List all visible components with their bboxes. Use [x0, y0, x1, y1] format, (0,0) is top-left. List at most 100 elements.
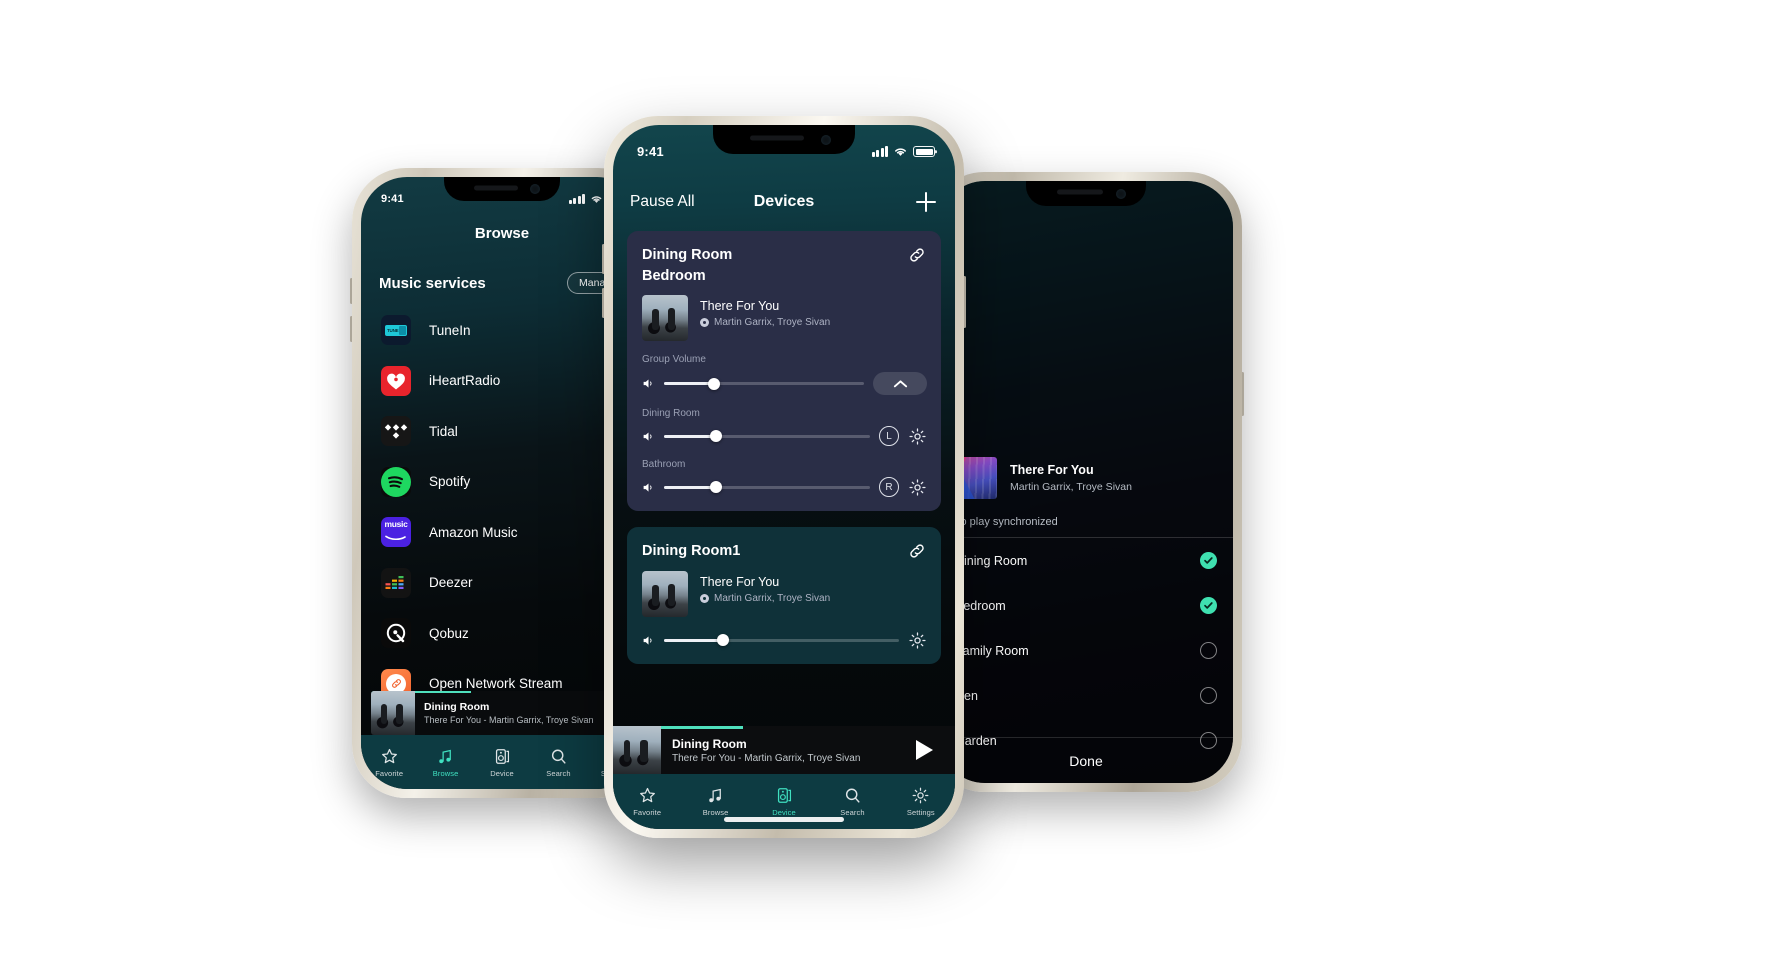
- channel-badge-l[interactable]: L: [879, 426, 899, 447]
- tab-browse[interactable]: Browse: [681, 786, 749, 817]
- notch: [444, 177, 560, 201]
- room-unselected-checkbox[interactable]: [1200, 687, 1217, 704]
- service-row[interactable]: Qobuz: [361, 608, 643, 659]
- service-name: Qobuz: [429, 625, 469, 641]
- tab-search[interactable]: Search: [818, 786, 886, 817]
- volume-icon: [643, 379, 652, 388]
- search-icon: [551, 749, 566, 764]
- track-artist: Martin Garrix, Troye Sivan: [1010, 481, 1132, 493]
- wifi-icon: [895, 148, 906, 156]
- slider-knob[interactable]: [708, 377, 720, 390]
- service-row[interactable]: TUNE TuneIn: [361, 305, 643, 356]
- tab-label: Favorite: [375, 768, 404, 778]
- tab-bar: FavoriteBrowseDeviceSearchSettings: [361, 735, 643, 789]
- room-row[interactable]: Bedroom: [939, 583, 1233, 628]
- source-dot-icon: [700, 318, 709, 328]
- room-list: Dining Room Bedroom Family Room Den Garden: [939, 538, 1233, 763]
- cellular-signal-icon: [568, 194, 585, 204]
- play-icon[interactable]: [907, 738, 941, 762]
- now-playing-row: There For You Martin Garrix, Troye Sivan: [642, 295, 927, 342]
- music-note-icon: [709, 788, 721, 803]
- front-camera: [820, 134, 831, 145]
- device-card[interactable]: Dining Room Bedroom There For You Martin Ga…: [627, 231, 941, 512]
- plus-icon[interactable]: [914, 190, 938, 214]
- volume-slider[interactable]: [664, 481, 870, 494]
- mini-player-bar[interactable]: Dining Room There For You - Martin Garri…: [613, 726, 955, 774]
- front-camera: [1115, 188, 1126, 199]
- room-selection-sheet: There For You Martin Garrix, Troye Sivan…: [939, 449, 1233, 783]
- tab-label: Search: [546, 768, 571, 778]
- album-art-thumbnail: [371, 691, 415, 735]
- gear-icon[interactable]: [908, 478, 927, 497]
- status-time: 9:41: [637, 144, 664, 159]
- status-time: 9:41: [381, 193, 404, 205]
- tab-label: Favorite: [633, 808, 662, 817]
- section-title: Music services: [379, 274, 486, 292]
- slider-knob[interactable]: [709, 481, 722, 494]
- room-unselected-checkbox[interactable]: [1200, 642, 1217, 659]
- home-indicator: [724, 817, 844, 822]
- gear-icon: [912, 787, 929, 804]
- tab-device[interactable]: Device: [474, 747, 530, 778]
- volume-icon: [643, 432, 652, 441]
- sync-label: To play synchronized: [939, 511, 1233, 538]
- room-selected-checkbox[interactable]: [1200, 552, 1217, 569]
- earpiece-speaker: [1057, 189, 1103, 195]
- device-name: Dining Room: [642, 247, 733, 263]
- link-icon[interactable]: [907, 245, 927, 265]
- service-row[interactable]: Deezer: [361, 558, 643, 609]
- room-selected-checkbox[interactable]: [1200, 597, 1217, 614]
- done-button[interactable]: Done: [939, 737, 1233, 783]
- tab-label: Device: [772, 808, 796, 817]
- earpiece-speaker: [749, 135, 804, 141]
- service-name: Spotify: [429, 474, 471, 490]
- tab-search[interactable]: Search: [530, 747, 586, 778]
- check-icon: [1204, 602, 1213, 609]
- tab-favorite[interactable]: Favorite: [361, 747, 417, 778]
- volume-slider[interactable]: [664, 634, 899, 647]
- gear-icon[interactable]: [908, 631, 927, 650]
- device-name: Dining Room1: [642, 543, 741, 560]
- slider-knob[interactable]: [709, 430, 722, 443]
- device-card[interactable]: Dining Room1 There For You Martin Garrix, …: [627, 527, 941, 664]
- service-row[interactable]: music Amazon Music: [361, 507, 643, 558]
- wifi-icon: [591, 196, 602, 203]
- service-name: TuneIn: [429, 322, 471, 338]
- room-row[interactable]: Dining Room: [939, 538, 1233, 583]
- front-camera: [530, 184, 541, 194]
- service-row[interactable]: Tidal: [361, 406, 643, 457]
- tab-favorite[interactable]: Favorite: [613, 786, 681, 817]
- channel-badge-r[interactable]: R: [879, 477, 899, 498]
- deezer-icon: [381, 567, 411, 598]
- service-row[interactable]: Spotify: [361, 457, 643, 508]
- tab-settings[interactable]: Settings: [887, 786, 955, 817]
- battery-icon: [913, 146, 935, 157]
- navigation-bar: Pause All Devices: [613, 185, 955, 219]
- tab-browse[interactable]: Browse: [417, 747, 473, 778]
- expand-group-button[interactable]: [873, 372, 927, 396]
- mini-player-bar[interactable]: Dining Room There For You - Martin Garri…: [371, 691, 633, 735]
- link-icon[interactable]: [907, 541, 927, 561]
- slider-knob[interactable]: [716, 634, 729, 647]
- tab-label: Search: [840, 808, 865, 817]
- tab-device[interactable]: Device: [750, 786, 818, 817]
- volume-slider[interactable]: [664, 377, 864, 390]
- qobuz-icon: [381, 618, 411, 649]
- room-row[interactable]: Den: [939, 673, 1233, 718]
- service-row[interactable]: iHeartRadio: [361, 356, 643, 407]
- service-name: Amazon Music: [429, 524, 518, 540]
- earpiece-speaker: [474, 185, 519, 191]
- volume-label: Dining Room: [642, 408, 700, 420]
- room-row[interactable]: Family Room: [939, 628, 1233, 673]
- device-cards-list: Dining Room Bedroom There For You Martin Ga…: [627, 231, 941, 680]
- pause-all-button[interactable]: Pause All: [630, 193, 695, 211]
- album-art-thumbnail: [642, 570, 688, 617]
- volume-row: R: [642, 477, 927, 498]
- service-name: iHeartRadio: [429, 373, 501, 389]
- volume-slider[interactable]: [664, 430, 870, 443]
- gear-icon[interactable]: [908, 427, 927, 446]
- track-artist-row: Martin Garrix, Troye Sivan: [700, 593, 830, 604]
- tab-label: Browse: [432, 768, 459, 778]
- tidal-icon: [381, 416, 411, 447]
- notch: [713, 125, 855, 154]
